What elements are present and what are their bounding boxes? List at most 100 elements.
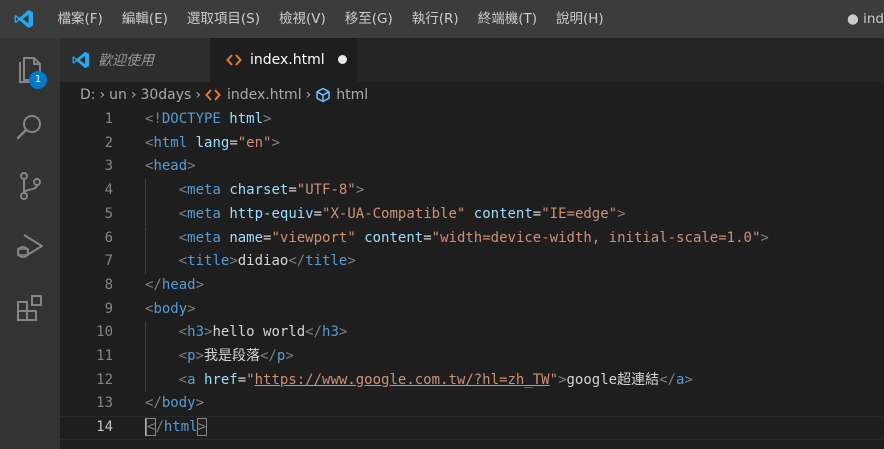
code-token: "X-UA-Compatible" xyxy=(322,205,466,222)
code-token: </ xyxy=(305,324,323,341)
vscode-logo-icon xyxy=(0,0,48,38)
line-number: 7 xyxy=(104,253,113,270)
code-token: hello world xyxy=(212,324,306,341)
code-token: http-equiv xyxy=(229,205,314,222)
code-token: > xyxy=(263,111,272,127)
code-token: a xyxy=(187,371,205,388)
code-token: title xyxy=(305,253,348,270)
code-token: p xyxy=(187,348,196,364)
code-token: > xyxy=(229,253,238,270)
chevron-right-icon: › xyxy=(195,87,201,103)
menu-terminal[interactable]: 終端機(T) xyxy=(468,0,546,38)
code-line[interactable]: 7 <title>didiao</title> xyxy=(60,250,884,274)
code-text: </body> xyxy=(145,392,204,416)
breadcrumb-folder-30days[interactable]: 30days xyxy=(140,87,191,103)
code-token: = xyxy=(423,229,432,246)
line-number: 14 xyxy=(96,419,113,436)
code-text: <html lang="en"> xyxy=(145,132,280,156)
code-line[interactable]: 2 <html lang="en"> xyxy=(60,132,884,156)
breadcrumb-symbol[interactable]: html xyxy=(336,87,368,103)
code-token: "en" xyxy=(237,134,272,151)
code-token: = xyxy=(288,182,297,199)
unsaved-dot-icon[interactable] xyxy=(338,55,347,64)
code-token: < xyxy=(178,371,188,388)
menu-file[interactable]: 檔案(F) xyxy=(48,0,112,38)
code-line[interactable]: 13 </body> xyxy=(60,392,884,416)
code-token: > xyxy=(338,324,348,341)
code-token: > xyxy=(760,229,769,246)
extensions-button[interactable] xyxy=(0,282,60,334)
code-line[interactable]: 1 <!DOCTYPE html> xyxy=(60,108,884,132)
code-token: head xyxy=(161,276,196,293)
code-line[interactable]: 8 </head> xyxy=(60,274,884,298)
code-line[interactable]: 6 <meta name="viewport" content="width=d… xyxy=(60,226,884,251)
code-token: title xyxy=(187,253,230,270)
code-token: > xyxy=(285,348,294,364)
line-number: 5 xyxy=(104,205,113,222)
code-token: <! xyxy=(145,111,162,127)
code-token: html xyxy=(229,111,264,127)
code-token: > xyxy=(617,205,626,222)
code-token: meta xyxy=(187,182,230,199)
line-number: 12 xyxy=(96,371,113,388)
code-line[interactable]: 9 <body> xyxy=(60,298,884,322)
tab-welcome[interactable]: 歡迎使用 xyxy=(60,38,210,82)
code-line[interactable]: 5 <meta http-equiv="X-UA-Compatible" con… xyxy=(60,202,884,227)
code-token: < xyxy=(178,348,188,364)
menu-run[interactable]: 執行(R) xyxy=(402,0,468,38)
code-line[interactable]: 14 </html> xyxy=(60,416,884,440)
code-token: h3 xyxy=(187,324,205,341)
window-title: ● ind xyxy=(847,11,884,27)
code-text: <meta charset="UTF-8"> xyxy=(145,179,365,203)
code-token: / xyxy=(155,419,164,436)
breadcrumb-file[interactable]: index.html xyxy=(227,87,302,103)
menu-go[interactable]: 移至(G) xyxy=(335,0,402,38)
html-file-icon xyxy=(226,54,242,66)
code-token: </ xyxy=(260,348,277,364)
code-text: <meta name="viewport" content="width=dev… xyxy=(145,227,769,251)
menu-selection[interactable]: 選取項目(S) xyxy=(177,0,269,38)
code-text: <!DOCTYPE html> xyxy=(145,108,271,132)
breadcrumb: D: › un › 30days › index.html › html xyxy=(80,82,368,108)
code-text: <h3>hello world</h3> xyxy=(145,321,348,345)
line-number: 6 xyxy=(104,229,113,246)
code-token: > xyxy=(558,371,567,388)
menu-help[interactable]: 說明(H) xyxy=(546,0,613,38)
code-line[interactable]: 3 <head> xyxy=(60,155,884,179)
menu-view[interactable]: 檢視(V) xyxy=(270,0,336,38)
run-debug-icon xyxy=(17,234,43,258)
code-token: > xyxy=(195,276,205,293)
breadcrumb-drive[interactable]: D: xyxy=(80,87,96,103)
code-token: " xyxy=(549,371,559,388)
line-number: 11 xyxy=(96,348,113,364)
code-token: < xyxy=(178,229,188,246)
code-line[interactable]: 12 <a href="https://www.google.com.tw/?h… xyxy=(60,368,884,393)
breadcrumb-folder-un[interactable]: un xyxy=(109,87,127,103)
run-debug-button[interactable] xyxy=(0,220,60,272)
menu-bar: 檔案(F) 編輯(E) 選取項目(S) 檢視(V) 移至(G) 執行(R) 終端… xyxy=(48,0,613,38)
code-editor[interactable]: 1 <!DOCTYPE html> 2 <html lang="en"> 3 <head>… xyxy=(60,108,884,449)
code-line[interactable]: 11 <p>我是段落</p> xyxy=(60,345,884,369)
line-number: 8 xyxy=(104,276,113,293)
code-token: meta xyxy=(187,229,230,246)
chevron-right-icon: › xyxy=(130,87,137,103)
chevron-right-icon: › xyxy=(99,87,106,103)
code-line[interactable]: 4 <meta charset="UTF-8"> xyxy=(60,179,884,203)
extensions-icon xyxy=(17,295,42,321)
explorer-badge: 1 xyxy=(29,71,47,89)
menu-edit[interactable]: 編輯(E) xyxy=(112,0,177,38)
code-token: href xyxy=(204,371,238,388)
vscode-welcome-icon xyxy=(72,51,90,69)
code-token: google超連結 xyxy=(566,371,660,388)
tab-index-html[interactable]: index.html xyxy=(210,38,357,82)
code-line[interactable]: 10 <h3>hello world</h3> xyxy=(60,321,884,345)
explorer-button[interactable]: 1 xyxy=(0,42,60,94)
source-control-button[interactable] xyxy=(0,160,60,212)
code-text: <meta http-equiv="X-UA-Compatible" conte… xyxy=(145,203,626,227)
search-button[interactable] xyxy=(0,101,60,153)
